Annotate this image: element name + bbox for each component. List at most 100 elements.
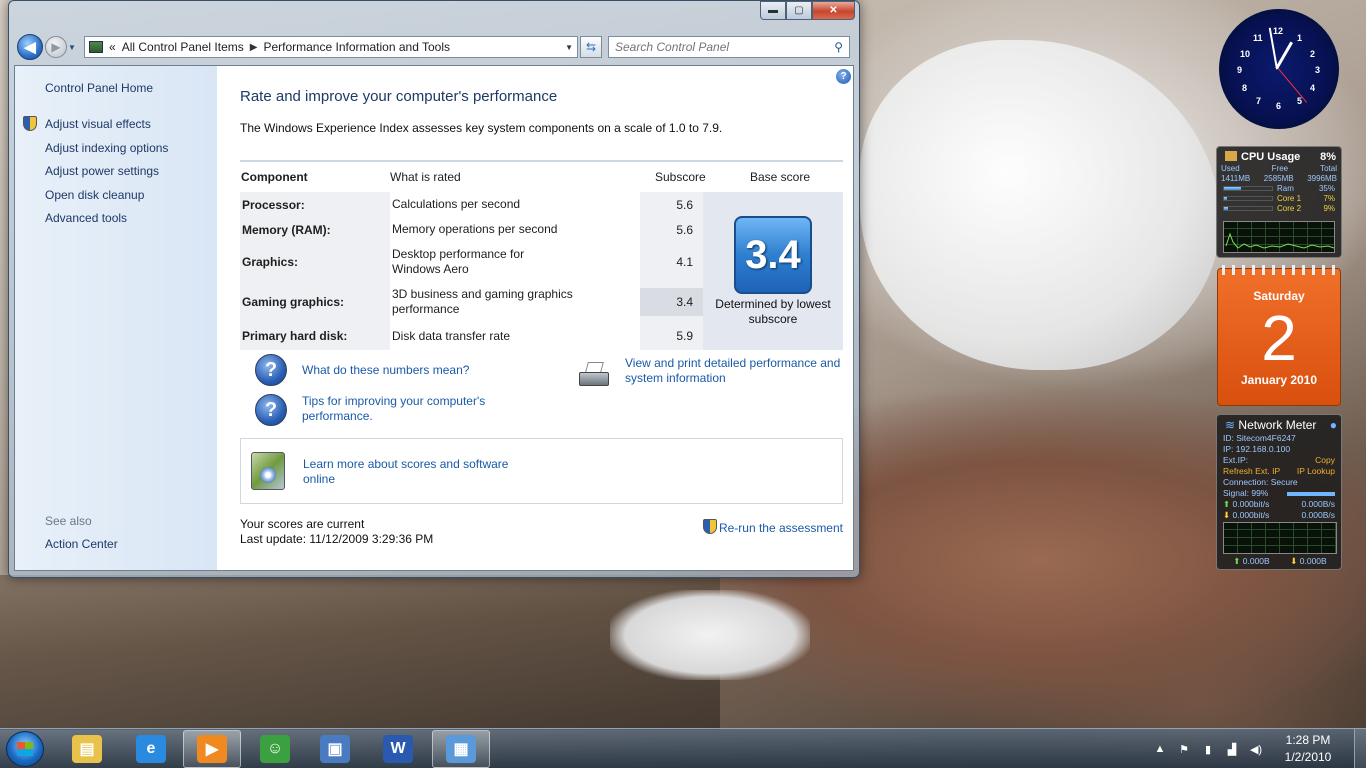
show-desktop-button[interactable]: [1354, 729, 1366, 768]
row-component: Primary hard disk:: [242, 329, 348, 343]
question-mark-icon: ?: [255, 394, 287, 426]
wifi-icon: ≋: [1225, 418, 1236, 432]
refresh-ext-ip-link[interactable]: Refresh Ext. IP: [1223, 466, 1280, 477]
taskbar-internet-explorer-button[interactable]: e: [122, 730, 180, 768]
network-meter-gadget[interactable]: ≋ Network Meter ● ID: Sitecom4F6247 IP: …: [1216, 414, 1342, 570]
clock-number: 2: [1310, 49, 1316, 59]
taskbar-media-player-button[interactable]: ▶: [183, 730, 241, 768]
minimize-button[interactable]: ▬: [760, 1, 786, 20]
printer-icon: [577, 362, 611, 390]
scores-current-text: Your scores are current: [240, 517, 365, 531]
score-table: Component What is rated Subscore Base sc…: [240, 160, 843, 350]
row-subscore: 5.6: [676, 197, 693, 212]
task-links: Adjust visual effects Adjust indexing op…: [23, 116, 168, 235]
window-client-area: Control Panel Home Adjust visual effects…: [14, 65, 854, 571]
memory-total-value: 3996MB: [1307, 174, 1337, 183]
taskbar-control-panel-button[interactable]: ▦: [432, 730, 490, 768]
page-title: Rate and improve your computer's perform…: [240, 88, 558, 105]
action-center-link[interactable]: Action Center: [45, 537, 118, 551]
search-input[interactable]: [615, 40, 825, 54]
start-button[interactable]: [6, 731, 44, 767]
network-id: ID: Sitecom4F6247: [1223, 433, 1296, 443]
memory-free-header: Free: [1271, 164, 1289, 173]
clock-number: 9: [1237, 65, 1243, 75]
cpu-bar-label: Core 2: [1277, 203, 1302, 213]
clock-hour-hand: [1275, 41, 1293, 69]
copy-ip-link[interactable]: Copy: [1315, 455, 1335, 466]
adjust-visual-effects-label: Adjust visual effects: [45, 117, 151, 131]
breadcrumb-arrow-icon[interactable]: ▶: [250, 42, 258, 53]
control-panel-home-link[interactable]: Control Panel Home: [45, 81, 153, 95]
explorer-icon: ▤: [72, 735, 102, 763]
network-actions: Refresh Ext. IP IP Lookup: [1217, 466, 1341, 477]
taskbar-word-button[interactable]: W: [369, 730, 427, 768]
taskbar-messenger-button[interactable]: ☺: [246, 730, 304, 768]
cpu-bar-percent: 7%: [1323, 193, 1335, 203]
taskbar-remote-desktop-button[interactable]: ▣: [306, 730, 364, 768]
last-update-text: Last update: 11/12/2009 3:29:36 PM: [240, 532, 434, 546]
cpu-usage-bar: [1223, 185, 1273, 191]
power-plug-icon[interactable]: ▮: [1199, 741, 1217, 757]
taskbar-date: 1/2/2010: [1284, 750, 1332, 764]
taskbar-explorer-button[interactable]: ▤: [58, 730, 116, 768]
advanced-tools-link[interactable]: Advanced tools: [45, 211, 168, 235]
show-hidden-icons-icon[interactable]: ▲: [1151, 741, 1169, 757]
adjust-visual-effects-link[interactable]: Adjust visual effects: [23, 116, 168, 141]
view-print-details-link[interactable]: View and print detailed performance and …: [625, 356, 843, 386]
rerun-label: Re-run the assessment: [718, 521, 843, 535]
notification-area: ▲ ⚑ ▮ ▟ ◀) 1:28 PM 1/2/2010: [1148, 729, 1366, 768]
back-button[interactable]: ◀: [17, 34, 43, 60]
forward-button[interactable]: ▶: [45, 36, 67, 58]
control-panel-window: ▬ ▢ ✕ ◀ ▶ ▼ « All Control Panel Items ▶ …: [8, 0, 860, 578]
what-numbers-mean-link[interactable]: What do these numbers mean?: [302, 363, 469, 378]
recent-pages-dropdown-icon[interactable]: ▼: [68, 43, 78, 52]
close-button[interactable]: ✕: [812, 1, 855, 20]
upload-arrow-icon: ⬆: [1233, 556, 1241, 566]
clock-number: 11: [1253, 33, 1263, 43]
clock-gadget[interactable]: 12 1 2 3 4 5 6 7 8 9 10 11: [1219, 9, 1339, 129]
rerun-assessment-link[interactable]: Re-run the assessment: [702, 517, 843, 535]
clock-number: 12: [1273, 26, 1284, 36]
open-disk-cleanup-link[interactable]: Open disk cleanup: [45, 188, 168, 212]
network-history-graph: [1223, 522, 1337, 554]
search-box[interactable]: ⚲: [608, 36, 850, 58]
calendar-gadget[interactable]: Saturday 2 January 2010: [1217, 265, 1341, 406]
taskbar-time: 1:28 PM: [1285, 733, 1331, 747]
breadcrumb-all-items[interactable]: All Control Panel Items: [122, 40, 244, 54]
table-row: Primary hard disk: Disk data transfer ra…: [240, 322, 703, 350]
cpu-chip-icon: [1225, 151, 1237, 161]
adjust-indexing-options-link[interactable]: Adjust indexing options: [45, 141, 168, 165]
help-icon[interactable]: ?: [836, 69, 851, 84]
network-signal-icon[interactable]: ▟: [1223, 741, 1241, 757]
cpu-memory-values: 1411MB 2585MB 3996MB: [1217, 174, 1341, 183]
maximize-button[interactable]: ▢: [786, 1, 812, 20]
network-signal-row: Signal: 99%: [1217, 488, 1341, 499]
tips-improving-link[interactable]: Tips for improving your computer's perfo…: [302, 394, 502, 424]
cpu-usage-gadget[interactable]: CPU Usage 8% Used Free Total 1411MB 2585…: [1216, 146, 1342, 258]
address-dropdown-icon[interactable]: ▼: [565, 43, 573, 52]
search-icon[interactable]: ⚲: [834, 40, 843, 54]
row-what: Disk data transfer rate: [390, 322, 640, 350]
learn-more-box: Learn more about scores and software onl…: [240, 438, 843, 504]
address-bar[interactable]: « All Control Panel Items ▶ Performance …: [84, 36, 578, 58]
download-bytes: 0.000B/s: [1301, 510, 1335, 520]
internet-explorer-icon: e: [136, 735, 166, 763]
download-bits: 0.000bit/s: [1232, 510, 1270, 520]
breadcrumb-performance[interactable]: Performance Information and Tools: [263, 40, 450, 54]
ip-lookup-link[interactable]: IP Lookup: [1297, 466, 1335, 477]
row-what: Calculations per second: [390, 192, 640, 217]
row-component: Graphics:: [242, 255, 299, 269]
cpu-bar-row: Core 2 9%: [1217, 203, 1341, 213]
scores-status: Your scores are current Last update: 11/…: [240, 517, 433, 547]
taskbar-clock[interactable]: 1:28 PM 1/2/2010: [1268, 732, 1348, 766]
adjust-power-settings-link[interactable]: Adjust power settings: [45, 164, 168, 188]
cpu-history-line: [1225, 232, 1335, 249]
learn-more-link[interactable]: Learn more about scores and software onl…: [303, 457, 513, 487]
network-download-row: ⬇ 0.000bit/s 0.000B/s: [1217, 510, 1341, 521]
clock-number: 10: [1240, 49, 1251, 59]
action-center-flag-icon[interactable]: ⚑: [1175, 741, 1193, 757]
breadcrumb-chevron[interactable]: «: [109, 40, 116, 54]
refresh-button[interactable]: ⇆: [580, 36, 602, 58]
base-score-note: Determined by lowest subscore: [715, 297, 831, 326]
volume-icon[interactable]: ◀): [1247, 741, 1265, 757]
